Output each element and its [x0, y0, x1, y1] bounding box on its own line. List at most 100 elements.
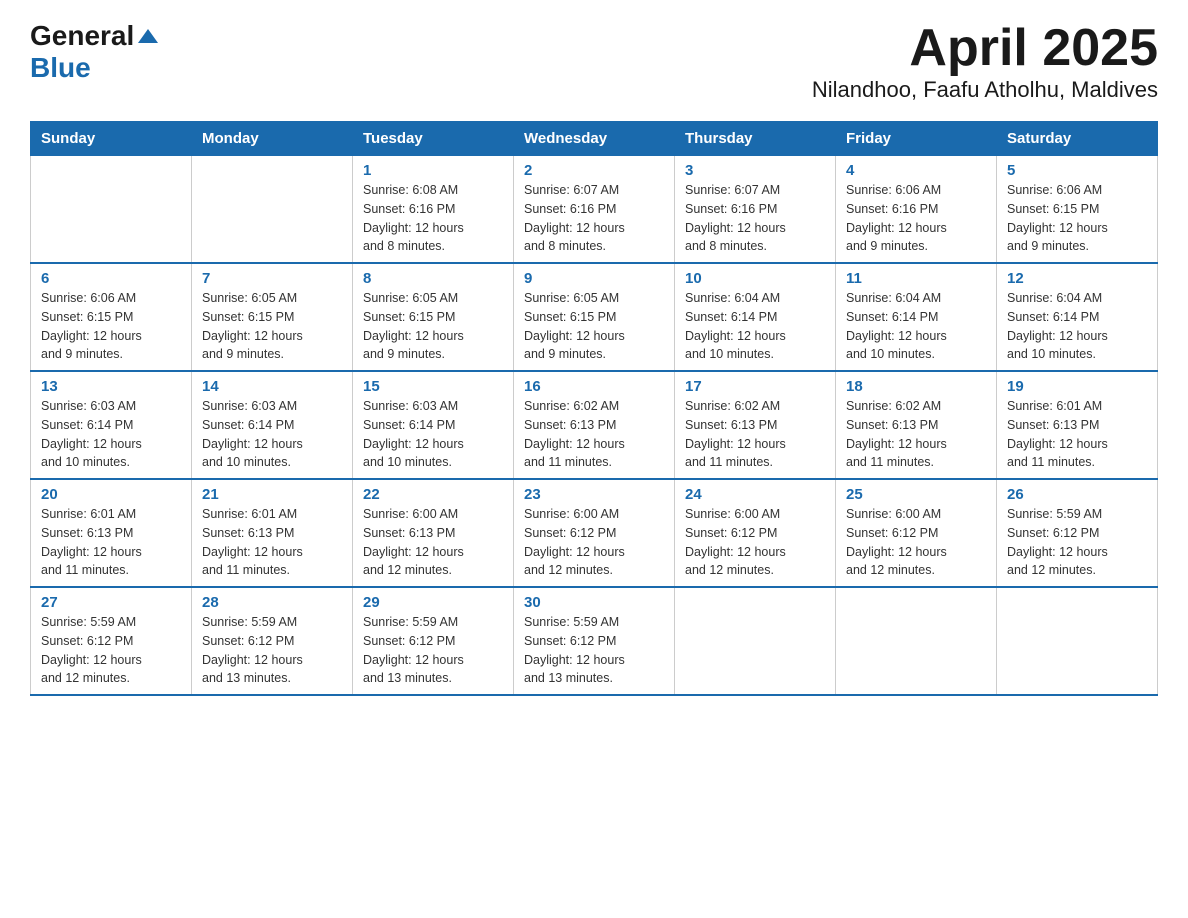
calendar-header-row: SundayMondayTuesdayWednesdayThursdayFrid… [31, 122, 1158, 156]
logo-blue: Blue [30, 52, 91, 84]
calendar-cell: 21Sunrise: 6:01 AMSunset: 6:13 PMDayligh… [192, 479, 353, 587]
page-subtitle: Nilandhoo, Faafu Atholhu, Maldives [812, 77, 1158, 103]
day-number: 14 [202, 378, 342, 395]
day-info: Sunrise: 6:07 AMSunset: 6:16 PMDaylight:… [524, 181, 664, 256]
calendar-table: SundayMondayTuesdayWednesdayThursdayFrid… [30, 121, 1158, 696]
day-info: Sunrise: 6:02 AMSunset: 6:13 PMDaylight:… [524, 397, 664, 472]
day-number: 1 [363, 162, 503, 179]
day-number: 30 [524, 594, 664, 611]
calendar-week-row: 13 Sunrise: 6:03 AMSunset: 6:14 PMDayligh… [31, 371, 1158, 479]
header-saturday: Saturday [997, 122, 1158, 156]
day-info: Sunrise: 6:06 AMSunset: 6:16 PMDaylight:… [846, 181, 986, 256]
calendar-cell [836, 587, 997, 695]
calendar-cell: 1 Sunrise: 6:08 AMSunset: 6:16 PMDaylight… [353, 156, 514, 264]
day-info: Sunrise: 6:02 AMSunset: 6:13 PMDaylight:… [685, 397, 825, 472]
calendar-cell: 15Sunrise: 6:03 AMSunset: 6:14 PMDayligh… [353, 371, 514, 479]
header-wednesday: Wednesday [514, 122, 675, 156]
calendar-cell: 25Sunrise: 6:00 AMSunset: 6:12 PMDayligh… [836, 479, 997, 587]
calendar-cell [31, 156, 192, 264]
day-number: 12 [1007, 270, 1147, 287]
calendar-cell: 19 Sunrise: 6:01 AMSunset: 6:13 PMDayligh… [997, 371, 1158, 479]
day-info: Sunrise: 6:06 AMSunset: 6:15 PMDaylight:… [1007, 181, 1147, 256]
day-number: 5 [1007, 162, 1147, 179]
header-sunday: Sunday [31, 122, 192, 156]
day-info: Sunrise: 6:03 AMSunset: 6:14 PMDaylight:… [202, 397, 342, 472]
calendar-cell: 14 Sunrise: 6:03 AMSunset: 6:14 PMDayligh… [192, 371, 353, 479]
day-number: 9 [524, 270, 664, 287]
day-info: Sunrise: 6:05 AMSunset: 6:15 PMDaylight:… [202, 289, 342, 364]
header-thursday: Thursday [675, 122, 836, 156]
day-info: Sunrise: 5:59 AMSunset: 6:12 PMDaylight:… [524, 613, 664, 688]
calendar-cell: 6 Sunrise: 6:06 AMSunset: 6:15 PMDaylight… [31, 263, 192, 371]
calendar-cell: 27 Sunrise: 5:59 AMSunset: 6:12 PMDayligh… [31, 587, 192, 695]
day-info: Sunrise: 6:01 AMSunset: 6:13 PMDaylight:… [1007, 397, 1147, 472]
day-number: 7 [202, 270, 342, 287]
day-info: Sunrise: 6:00 AMSunset: 6:12 PMDaylight:… [524, 505, 664, 580]
calendar-week-row: 20 Sunrise: 6:01 AMSunset: 6:13 PMDayligh… [31, 479, 1158, 587]
calendar-cell: 29Sunrise: 5:59 AMSunset: 6:12 PMDayligh… [353, 587, 514, 695]
title-block: April 2025 Nilandhoo, Faafu Atholhu, Mal… [812, 20, 1158, 103]
day-info: Sunrise: 5:59 AMSunset: 6:12 PMDaylight:… [1007, 505, 1147, 580]
day-info: Sunrise: 6:04 AMSunset: 6:14 PMDaylight:… [846, 289, 986, 364]
calendar-cell [192, 156, 353, 264]
logo: General Blue [30, 20, 158, 84]
header-tuesday: Tuesday [353, 122, 514, 156]
day-info: Sunrise: 5:59 AMSunset: 6:12 PMDaylight:… [363, 613, 503, 688]
day-info: Sunrise: 6:05 AMSunset: 6:15 PMDaylight:… [524, 289, 664, 364]
day-info: Sunrise: 6:01 AMSunset: 6:13 PMDaylight:… [202, 505, 342, 580]
calendar-cell: 22Sunrise: 6:00 AMSunset: 6:13 PMDayligh… [353, 479, 514, 587]
day-number: 16 [524, 378, 664, 395]
day-info: Sunrise: 6:00 AMSunset: 6:12 PMDaylight:… [846, 505, 986, 580]
calendar-week-row: 6 Sunrise: 6:06 AMSunset: 6:15 PMDaylight… [31, 263, 1158, 371]
day-number: 6 [41, 270, 181, 287]
day-number: 27 [41, 594, 181, 611]
calendar-cell: 4 Sunrise: 6:06 AMSunset: 6:16 PMDaylight… [836, 156, 997, 264]
calendar-cell: 17 Sunrise: 6:02 AMSunset: 6:13 PMDayligh… [675, 371, 836, 479]
calendar-cell: 11 Sunrise: 6:04 AMSunset: 6:14 PMDayligh… [836, 263, 997, 371]
day-number: 17 [685, 378, 825, 395]
calendar-cell: 3 Sunrise: 6:07 AMSunset: 6:16 PMDaylight… [675, 156, 836, 264]
day-number: 4 [846, 162, 986, 179]
header-monday: Monday [192, 122, 353, 156]
day-number: 13 [41, 378, 181, 395]
day-info: Sunrise: 6:08 AMSunset: 6:16 PMDaylight:… [363, 181, 503, 256]
day-info: Sunrise: 6:05 AMSunset: 6:15 PMDaylight:… [363, 289, 503, 364]
calendar-cell: 13Sunrise: 6:03 AMSunset: 6:14 PMDayligh… [31, 371, 192, 479]
calendar-cell: 30 Sunrise: 5:59 AMSunset: 6:12 PMDayligh… [514, 587, 675, 695]
day-number: 8 [363, 270, 503, 287]
day-number: 11 [846, 270, 986, 287]
day-number: 3 [685, 162, 825, 179]
calendar-cell: 20 Sunrise: 6:01 AMSunset: 6:13 PMDayligh… [31, 479, 192, 587]
day-number: 20 [41, 486, 181, 503]
day-info: Sunrise: 6:07 AMSunset: 6:16 PMDaylight:… [685, 181, 825, 256]
calendar-week-row: 27 Sunrise: 5:59 AMSunset: 6:12 PMDayligh… [31, 587, 1158, 695]
page-title: April 2025 [812, 20, 1158, 77]
day-info: Sunrise: 6:03 AMSunset: 6:14 PMDaylight:… [363, 397, 503, 472]
day-info: Sunrise: 5:59 AMSunset: 6:12 PMDaylight:… [202, 613, 342, 688]
day-number: 10 [685, 270, 825, 287]
calendar-cell [997, 587, 1158, 695]
day-info: Sunrise: 6:01 AMSunset: 6:13 PMDaylight:… [41, 505, 181, 580]
header-friday: Friday [836, 122, 997, 156]
day-number: 18 [846, 378, 986, 395]
page-header: General Blue April 2025 Nilandhoo, Faafu… [30, 20, 1158, 103]
day-info: Sunrise: 5:59 AMSunset: 6:12 PMDaylight:… [41, 613, 181, 688]
day-info: Sunrise: 6:02 AMSunset: 6:13 PMDaylight:… [846, 397, 986, 472]
calendar-cell: 23Sunrise: 6:00 AMSunset: 6:12 PMDayligh… [514, 479, 675, 587]
day-number: 28 [202, 594, 342, 611]
calendar-cell: 12Sunrise: 6:04 AMSunset: 6:14 PMDayligh… [997, 263, 1158, 371]
calendar-cell: 9 Sunrise: 6:05 AMSunset: 6:15 PMDaylight… [514, 263, 675, 371]
calendar-cell: 18 Sunrise: 6:02 AMSunset: 6:13 PMDayligh… [836, 371, 997, 479]
day-info: Sunrise: 6:06 AMSunset: 6:15 PMDaylight:… [41, 289, 181, 364]
day-number: 22 [363, 486, 503, 503]
day-number: 19 [1007, 378, 1147, 395]
calendar-cell: 5 Sunrise: 6:06 AMSunset: 6:15 PMDaylight… [997, 156, 1158, 264]
day-number: 24 [685, 486, 825, 503]
day-number: 2 [524, 162, 664, 179]
day-info: Sunrise: 6:04 AMSunset: 6:14 PMDaylight:… [685, 289, 825, 364]
calendar-cell: 24Sunrise: 6:00 AMSunset: 6:12 PMDayligh… [675, 479, 836, 587]
calendar-cell: 16 Sunrise: 6:02 AMSunset: 6:13 PMDayligh… [514, 371, 675, 479]
calendar-cell: 10 Sunrise: 6:04 AMSunset: 6:14 PMDayligh… [675, 263, 836, 371]
calendar-cell: 26Sunrise: 5:59 AMSunset: 6:12 PMDayligh… [997, 479, 1158, 587]
calendar-cell: 28 Sunrise: 5:59 AMSunset: 6:12 PMDayligh… [192, 587, 353, 695]
